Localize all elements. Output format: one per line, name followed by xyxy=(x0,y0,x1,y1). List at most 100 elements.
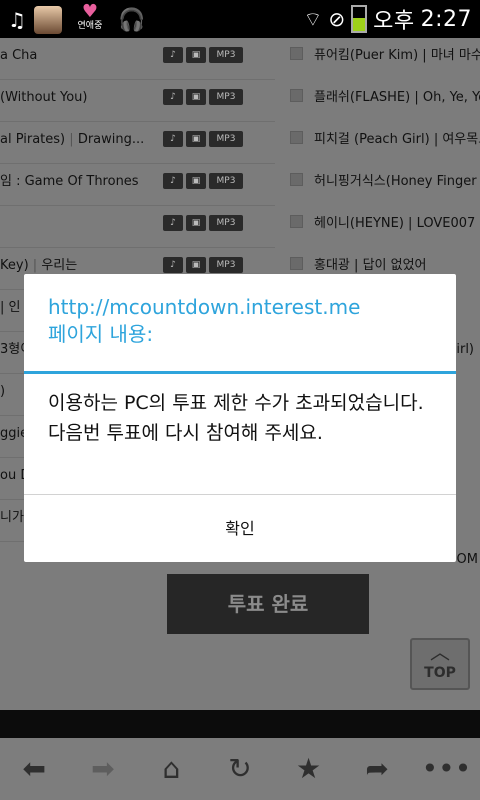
sound-icon[interactable]: ♪ xyxy=(163,89,183,105)
more-icon[interactable]: ••• xyxy=(422,745,472,793)
artist-name: 홍대광 xyxy=(314,258,350,273)
dialog-url: http://mcountdown.interest.me xyxy=(48,295,361,319)
separator: | xyxy=(422,48,427,63)
browser-toolbar: ⬅ ➡ ⌂ ↻ ★ ➦ ••• xyxy=(0,738,480,800)
dialog-subtitle: 페이지 내용: xyxy=(48,322,154,346)
artist-name: 퓨어킴(Puer Kim) xyxy=(314,48,419,63)
video-icon[interactable]: ▣ xyxy=(186,173,206,189)
separator: | xyxy=(414,90,419,105)
video-icon[interactable]: ▣ xyxy=(186,215,206,231)
list-item[interactable]: (Without You) ♪ ▣ MP3 xyxy=(0,80,275,122)
song-title-partial: ) xyxy=(0,384,6,399)
song-title-partial: 니가 xyxy=(0,510,24,525)
reload-icon[interactable]: ↻ xyxy=(216,745,264,793)
artist-name: 플래쉬(FLASHE) xyxy=(314,90,411,105)
vote-checkbox[interactable] xyxy=(290,131,303,144)
media-badges: ♪ ▣ MP3 xyxy=(163,131,243,147)
list-item[interactable]: 퓨어킴(Puer Kim) | 마녀 마수 xyxy=(288,38,480,80)
song-title: 답이 없었어 xyxy=(362,258,427,273)
vote-complete-button[interactable]: 투표 완료 xyxy=(167,574,369,634)
clock: 2:27 xyxy=(420,6,472,32)
video-icon[interactable]: ▣ xyxy=(186,131,206,147)
artist-name: 허니핑거식스(Honey Finger xyxy=(314,174,477,189)
song-title-partial: irl) xyxy=(456,342,474,357)
sound-icon[interactable]: ♪ xyxy=(163,215,183,231)
home-icon[interactable]: ⌂ xyxy=(147,745,195,793)
dating-app-icon: ♥ 연애중 xyxy=(70,1,110,36)
music-note-icon: ♫ xyxy=(8,8,26,32)
system-icons: ⌔ ⊘ 오후 2:27 xyxy=(304,3,472,35)
back-icon[interactable]: ⬅ xyxy=(10,745,58,793)
avatar-icon xyxy=(33,6,62,34)
media-badges: ♪ ▣ MP3 xyxy=(163,47,243,63)
mp3-badge[interactable]: MP3 xyxy=(209,257,243,273)
media-badges: ♪ ▣ MP3 xyxy=(163,89,243,105)
vote-checkbox[interactable] xyxy=(290,215,303,228)
wifi-icon: ⌔ xyxy=(303,6,323,31)
separator: | xyxy=(32,258,38,273)
dialog-message: 이용하는 PC의 투표 제한 수가 초과되었습니다. 다음번 투표에 다시 참여… xyxy=(48,392,424,444)
alert-dialog: http://mcountdown.interest.me 페이지 내용: 이용… xyxy=(24,274,456,562)
song-artist: Drawing... xyxy=(77,132,145,147)
dialog-title: http://mcountdown.interest.me 페이지 내용: xyxy=(24,274,456,371)
battery-icon xyxy=(351,5,368,33)
artist-name: 헤이니(HEYNE) xyxy=(314,216,404,231)
ok-button[interactable]: 확인 xyxy=(24,495,456,562)
list-item[interactable]: 허니핑거식스(Honey Finger xyxy=(288,164,480,206)
artist-name: 피치걸 (Peach Girl) xyxy=(314,132,430,147)
separator: | xyxy=(69,132,74,147)
video-icon[interactable]: ▣ xyxy=(186,257,206,273)
dating-app-label: 연애중 xyxy=(77,21,103,31)
heart-icon: ♥ xyxy=(81,1,98,22)
share-icon[interactable]: ➦ xyxy=(353,745,401,793)
song-title: Key) xyxy=(0,258,29,273)
media-badges: ♪ ▣ MP3 xyxy=(163,215,243,231)
list-item[interactable]: 헤이니(HEYNE) | LOVE007 xyxy=(288,206,480,248)
song-title: a Cha xyxy=(0,48,38,63)
vote-checkbox[interactable] xyxy=(290,173,303,186)
headphones-icon: 🎧 xyxy=(117,7,146,33)
vote-checkbox[interactable] xyxy=(290,89,303,102)
ampm-label: 오후 xyxy=(373,9,415,34)
separator: | xyxy=(354,258,359,273)
song-title-partial: OM xyxy=(456,552,478,567)
sound-icon[interactable]: ♪ xyxy=(163,131,183,147)
separator: | xyxy=(433,132,439,147)
list-item[interactable]: 피치걸 (Peach Girl) | 여우목도 xyxy=(288,122,480,164)
song-artist: 우리는 xyxy=(41,258,78,273)
chevron-up-icon: ︿ xyxy=(430,640,450,664)
forward-icon[interactable]: ➡ xyxy=(79,745,127,793)
song-title: al Pirates) xyxy=(0,132,66,147)
vote-checkbox[interactable] xyxy=(290,47,303,60)
separator: | xyxy=(408,216,413,231)
scroll-top-label: TOP xyxy=(424,665,456,681)
list-item[interactable]: 플래쉬(FLASHE) | Oh, Ye, Yo xyxy=(288,80,480,122)
song-title: (Without You) xyxy=(0,90,88,105)
list-item[interactable]: 임 : Game Of Thrones ♪ ▣ MP3 xyxy=(0,164,275,206)
song-title: LOVE007 xyxy=(416,216,476,231)
list-item[interactable]: al Pirates) | Drawing... ♪ ▣ MP3 xyxy=(0,122,275,164)
scroll-top-button[interactable]: ︿ TOP xyxy=(410,638,470,690)
star-icon[interactable]: ★ xyxy=(285,745,333,793)
song-title: 마녀 마수 xyxy=(430,48,480,63)
mp3-badge[interactable]: MP3 xyxy=(209,89,243,105)
song-title: 임 : Game Of Thrones xyxy=(0,174,139,189)
status-bar: ♫ ♥ 연애중 🎧 ⌔ ⊘ 오후 2:27 xyxy=(0,0,480,38)
song-title: Oh, Ye, Yo xyxy=(422,90,480,105)
mp3-badge[interactable]: MP3 xyxy=(209,215,243,231)
sound-icon[interactable]: ♪ xyxy=(163,173,183,189)
page-footer-bar xyxy=(0,710,480,738)
media-badges: ♪ ▣ MP3 xyxy=(163,257,243,273)
mp3-badge[interactable]: MP3 xyxy=(209,47,243,63)
vote-checkbox[interactable] xyxy=(290,257,303,270)
video-icon[interactable]: ▣ xyxy=(186,89,206,105)
mp3-badge[interactable]: MP3 xyxy=(209,131,243,147)
mp3-badge[interactable]: MP3 xyxy=(209,173,243,189)
song-title-partial: | 인 xyxy=(0,300,21,315)
list-item[interactable]: a Cha ♪ ▣ MP3 xyxy=(0,38,275,80)
sound-icon[interactable]: ♪ xyxy=(163,257,183,273)
sound-icon[interactable]: ♪ xyxy=(163,47,183,63)
list-item[interactable]: ♪ ▣ MP3 xyxy=(0,206,275,248)
video-icon[interactable]: ▣ xyxy=(186,47,206,63)
no-signal-icon: ⊘ xyxy=(328,7,346,31)
